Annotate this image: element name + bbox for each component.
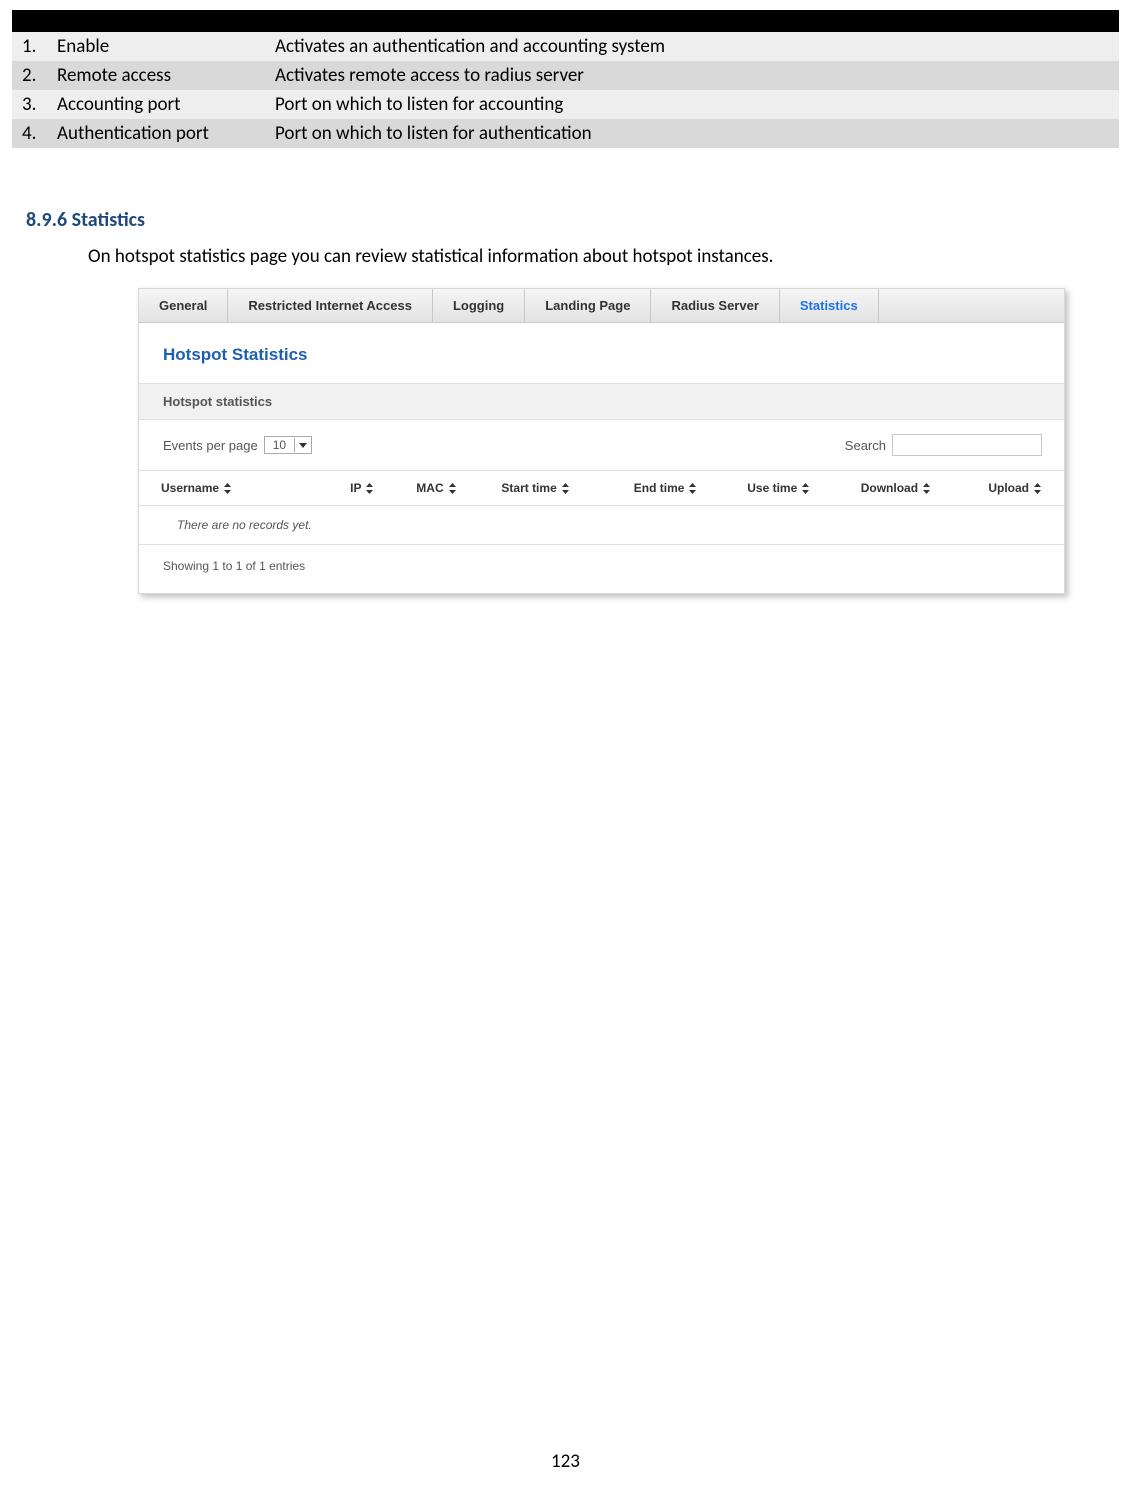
sort-icon bbox=[448, 483, 457, 494]
column-headers: Username IP MAC Start time End time Use … bbox=[139, 470, 1064, 506]
chevron-down-icon bbox=[294, 438, 307, 452]
col-username[interactable]: Username bbox=[161, 481, 350, 495]
header-num bbox=[12, 10, 47, 32]
tab-restricted-internet-access[interactable]: Restricted Internet Access bbox=[228, 289, 433, 322]
tab-bar: General Restricted Internet Access Loggi… bbox=[139, 289, 1064, 323]
row-field: Remote access bbox=[47, 61, 265, 90]
section-heading: 8.9.6 Statistics bbox=[26, 208, 1119, 232]
page-number: 123 bbox=[0, 1450, 1131, 1473]
sort-icon bbox=[922, 483, 931, 494]
row-desc: Activates remote access to radius server bbox=[265, 61, 1119, 90]
table-row: 2. Remote access Activates remote access… bbox=[12, 61, 1119, 90]
events-per-page-label: Events per page bbox=[163, 438, 258, 453]
row-desc: Port on which to listen for accounting bbox=[265, 90, 1119, 119]
header-field bbox=[47, 10, 265, 32]
table-row: 1. Enable Activates an authentication an… bbox=[12, 32, 1119, 61]
hotspot-statistics-screenshot: General Restricted Internet Access Loggi… bbox=[138, 288, 1065, 594]
tab-general[interactable]: General bbox=[139, 289, 228, 322]
sort-icon bbox=[1033, 483, 1042, 494]
row-field: Accounting port bbox=[47, 90, 265, 119]
sort-icon bbox=[223, 483, 232, 494]
col-start-time[interactable]: Start time bbox=[501, 481, 633, 495]
col-label: Use time bbox=[747, 481, 797, 495]
table-row: 4. Authentication port Port on which to … bbox=[12, 119, 1119, 148]
search-label: Search bbox=[845, 438, 886, 453]
sort-icon bbox=[688, 483, 697, 494]
subheader: Hotspot statistics bbox=[139, 383, 1064, 420]
tab-statistics[interactable]: Statistics bbox=[780, 289, 879, 322]
tab-landing-page[interactable]: Landing Page bbox=[525, 289, 651, 322]
col-label: IP bbox=[350, 481, 361, 495]
col-upload[interactable]: Upload bbox=[988, 481, 1042, 495]
col-label: Upload bbox=[988, 481, 1029, 495]
row-num: 3. bbox=[12, 90, 47, 119]
panel-title: Hotspot Statistics bbox=[139, 323, 1064, 383]
tab-spacer bbox=[879, 289, 1064, 322]
tab-logging[interactable]: Logging bbox=[433, 289, 525, 322]
table-row: 3. Accounting port Port on which to list… bbox=[12, 90, 1119, 119]
row-num: 4. bbox=[12, 119, 47, 148]
col-download[interactable]: Download bbox=[861, 481, 989, 495]
no-records-message: There are no records yet. bbox=[139, 506, 1064, 545]
search-input[interactable] bbox=[892, 434, 1042, 456]
col-mac[interactable]: MAC bbox=[416, 481, 501, 495]
section-body: On hotspot statistics page you can revie… bbox=[88, 245, 1119, 268]
status-line: Showing 1 to 1 of 1 entries bbox=[139, 545, 1064, 593]
sort-icon bbox=[561, 483, 570, 494]
sort-icon bbox=[365, 483, 374, 494]
sort-icon bbox=[801, 483, 810, 494]
col-label: Start time bbox=[501, 481, 556, 495]
col-label: Username bbox=[161, 481, 219, 495]
parameter-table-header bbox=[12, 10, 1119, 32]
col-use-time[interactable]: Use time bbox=[747, 481, 860, 495]
col-ip[interactable]: IP bbox=[350, 481, 416, 495]
parameter-table: 1. Enable Activates an authentication an… bbox=[12, 10, 1119, 148]
col-label: End time bbox=[634, 481, 685, 495]
events-per-page-value: 10 bbox=[273, 438, 286, 452]
row-field: Enable bbox=[47, 32, 265, 61]
col-label: Download bbox=[861, 481, 918, 495]
row-desc: Port on which to listen for authenticati… bbox=[265, 119, 1119, 148]
row-field: Authentication port bbox=[47, 119, 265, 148]
col-end-time[interactable]: End time bbox=[634, 481, 747, 495]
row-num: 2. bbox=[12, 61, 47, 90]
tab-radius-server[interactable]: Radius Server bbox=[651, 289, 779, 322]
row-desc: Activates an authentication and accounti… bbox=[265, 32, 1119, 61]
events-per-page-select[interactable]: 10 bbox=[264, 436, 312, 454]
col-label: MAC bbox=[416, 481, 443, 495]
header-desc bbox=[265, 10, 1119, 32]
row-num: 1. bbox=[12, 32, 47, 61]
